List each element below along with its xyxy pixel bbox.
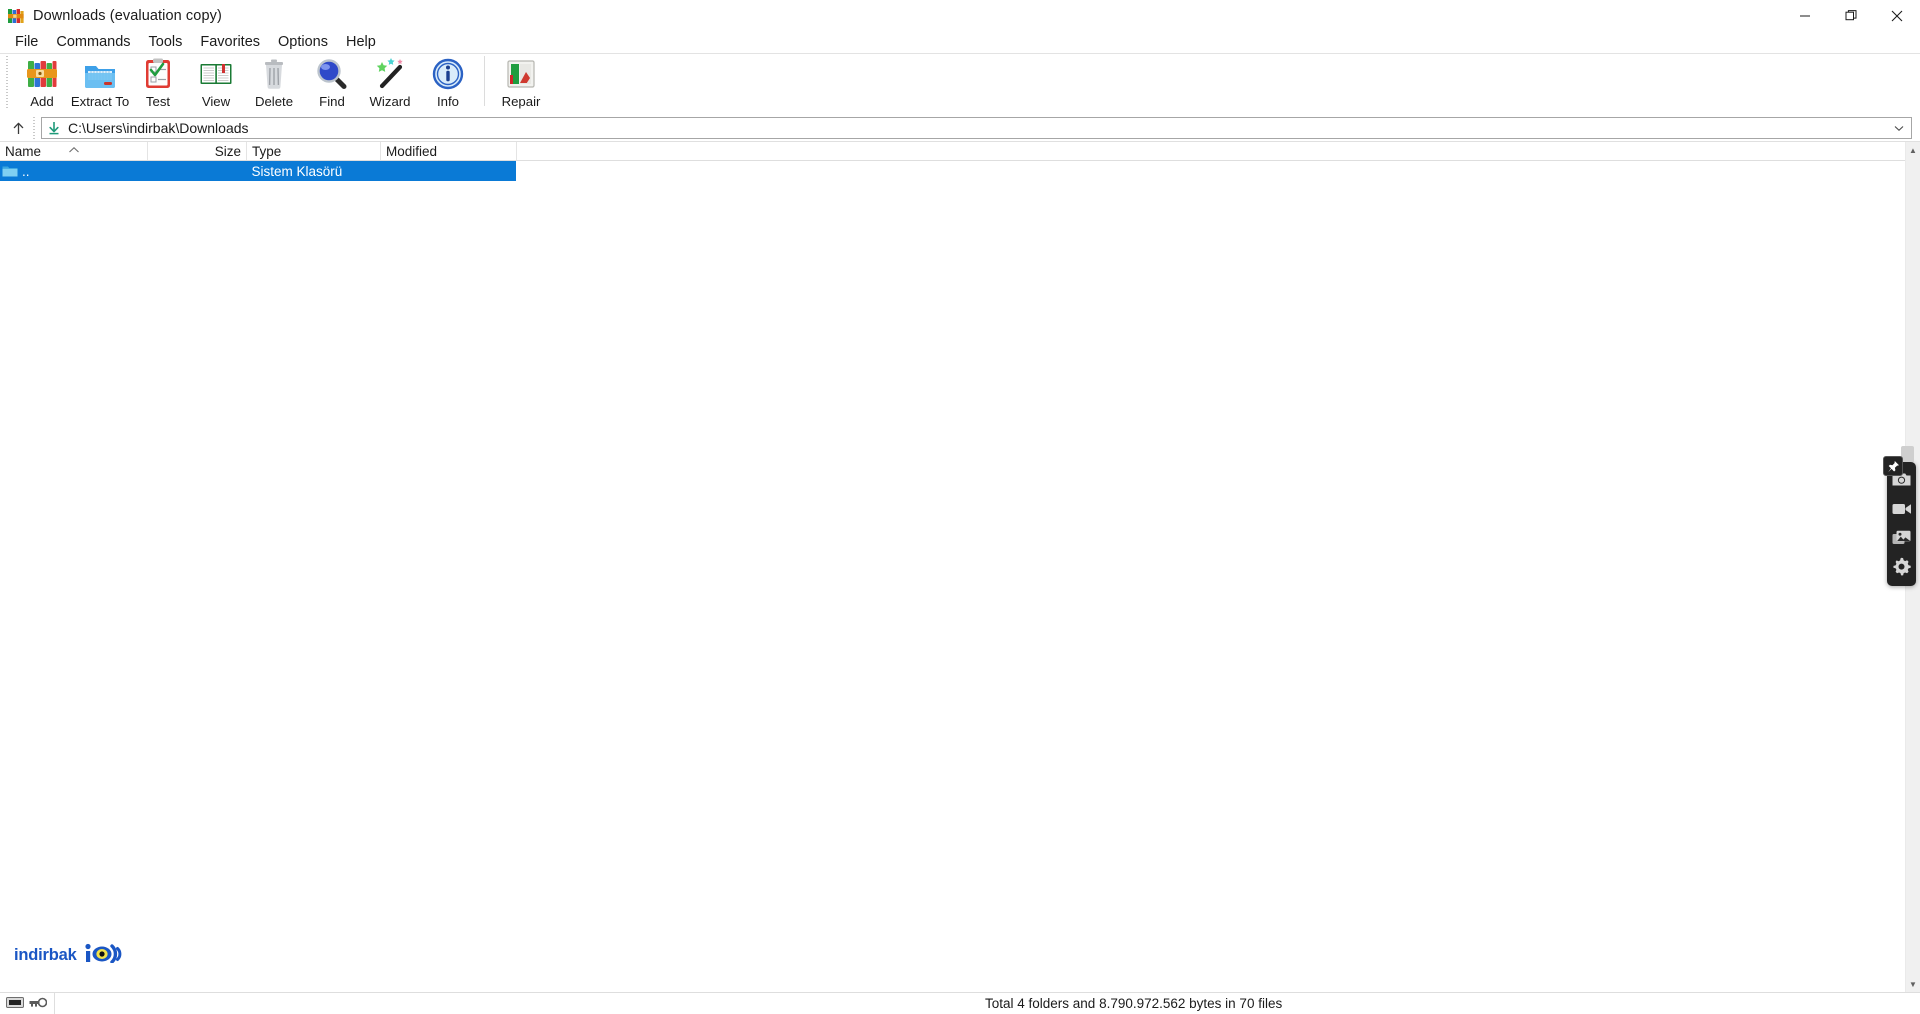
menu-commands[interactable]: Commands <box>47 32 139 53</box>
column-header-type[interactable]: Type <box>247 142 381 160</box>
toolbar-label-delete: Delete <box>254 94 294 109</box>
toolbar-button-extract-to[interactable]: Extract To <box>71 54 129 110</box>
row-modified-cell <box>380 181 516 185</box>
row-type-cell: Sistem Klasörü <box>251 163 343 179</box>
video-camera-icon <box>1892 503 1911 514</box>
column-header-modified[interactable]: Modified <box>381 142 517 160</box>
toolbar-label-extract-to: Extract To <box>70 94 130 109</box>
gear-icon <box>1893 557 1911 576</box>
toolbar-grip[interactable] <box>4 56 10 110</box>
magnifier-icon <box>315 57 349 91</box>
trash-bin-icon <box>257 57 291 91</box>
address-bar: C:\Users\indirbak\Downloads <box>0 115 1920 141</box>
status-bar: Total 4 folders and 8.790.972.562 bytes … <box>0 992 1920 1014</box>
menu-favorites[interactable]: Favorites <box>191 32 269 53</box>
key-icon[interactable] <box>29 995 48 1013</box>
scroll-up-arrow-icon[interactable]: ▲ <box>1906 142 1920 158</box>
file-list-panel: Name Size Type Modified .. Sistem Klasör… <box>0 141 1920 992</box>
archive-state-icon[interactable] <box>6 995 24 1013</box>
up-one-level-button[interactable] <box>4 117 32 139</box>
close-button[interactable] <box>1874 0 1920 31</box>
menu-file[interactable]: File <box>6 32 47 53</box>
toolbar-button-add[interactable]: Add <box>13 54 71 110</box>
info-circle-icon <box>431 57 465 91</box>
parent-folder-icon <box>2 164 18 178</box>
column-header-name-label: Name <box>5 143 42 159</box>
address-path-combobox[interactable]: C:\Users\indirbak\Downloads <box>41 117 1912 139</box>
column-header-size-label: Size <box>214 143 241 159</box>
record-video-button[interactable] <box>1889 494 1915 523</box>
winrar-window: Downloads (evaluation copy) File Command <box>0 0 1920 1014</box>
toolbar-button-info[interactable]: Info <box>419 54 477 110</box>
winrar-books-icon <box>7 7 25 25</box>
window-controls <box>1782 0 1920 31</box>
minimize-button[interactable] <box>1782 0 1828 31</box>
main-toolbar: Add Extract To Test View Delete Find Wiz… <box>0 53 1920 115</box>
table-row[interactable] <box>0 181 516 185</box>
maximize-button[interactable] <box>1828 0 1874 31</box>
row-name-text: .. <box>22 163 30 179</box>
toolbar-button-test[interactable]: Test <box>129 54 187 110</box>
menu-help[interactable]: Help <box>337 32 385 53</box>
column-header-modified-label: Modified <box>386 143 438 159</box>
scroll-down-arrow-icon[interactable]: ▼ <box>1906 976 1920 992</box>
folder-icon <box>2 184 18 185</box>
toolbar-button-view[interactable]: View <box>187 54 245 110</box>
toolbar-label-find: Find <box>319 94 345 109</box>
row-modified-cell <box>380 161 516 181</box>
toolbar-label-wizard: Wizard <box>369 94 411 109</box>
window-title: Downloads (evaluation copy) <box>33 7 222 24</box>
toolbar-button-find[interactable]: Find <box>303 54 361 110</box>
menu-bar: File Commands Tools Favorites Options He… <box>0 31 1920 53</box>
table-row[interactable]: .. Sistem Klasörü <box>0 161 516 181</box>
pin-icon <box>1887 460 1899 472</box>
column-header-type-label: Type <box>252 143 282 159</box>
row-type-cell <box>247 181 381 185</box>
row-name-cell <box>0 181 148 185</box>
title-bar: Downloads (evaluation copy) <box>0 0 1920 31</box>
column-header-size[interactable]: Size <box>148 142 247 160</box>
clipboard-check-icon <box>141 57 175 91</box>
toolbar-label-test: Test <box>145 94 171 109</box>
screen-recorder-widget <box>1883 446 1916 586</box>
gallery-button[interactable] <box>1889 523 1915 552</box>
repair-hammer-icon <box>504 57 538 91</box>
address-path-text: C:\Users\indirbak\Downloads <box>68 120 249 136</box>
address-bar-grip[interactable] <box>32 117 37 139</box>
file-list-column-headers: Name Size Type Modified <box>0 142 1905 161</box>
download-arrow-icon <box>46 120 62 136</box>
chevron-down-icon[interactable] <box>1891 118 1907 138</box>
indirbak-watermark: indirbak <box>14 943 125 968</box>
row-size-cell <box>148 181 247 185</box>
image-stack-icon <box>1892 530 1911 544</box>
status-bar-text: Total 4 folders and 8.790.972.562 bytes … <box>985 996 1283 1011</box>
table-row-clipped[interactable] <box>0 181 516 185</box>
settings-button[interactable] <box>1889 552 1915 581</box>
toolbar-label-add: Add <box>30 94 54 109</box>
file-list-rows: .. Sistem Klasörü <box>0 161 1905 185</box>
row-name-cell: .. <box>0 161 148 181</box>
watermark-text: indirbak <box>14 946 77 964</box>
magic-wand-icon <box>373 57 407 91</box>
pin-widget-button[interactable] <box>1883 456 1903 476</box>
toolbar-label-repair: Repair <box>501 94 541 109</box>
toolbar-button-repair[interactable]: Repair <box>492 54 550 110</box>
file-list-column-area: Name Size Type Modified .. Sistem Klasör… <box>0 142 1905 992</box>
indirbak-eye-logo <box>83 943 125 968</box>
menu-options[interactable]: Options <box>269 32 337 53</box>
column-header-name[interactable]: Name <box>0 142 148 160</box>
toolbar-button-wizard[interactable]: Wizard <box>361 54 419 110</box>
toolbar-label-view: View <box>201 94 231 109</box>
extract-folder-icon <box>83 57 117 91</box>
status-bar-icons <box>0 992 55 1014</box>
open-book-icon <box>199 57 233 91</box>
toolbar-separator <box>484 56 485 106</box>
menu-tools[interactable]: Tools <box>140 32 192 53</box>
sort-ascending-icon <box>68 142 80 157</box>
row-size-cell <box>148 161 247 181</box>
add-archive-icon <box>25 57 59 91</box>
toolbar-label-info: Info <box>437 94 459 109</box>
toolbar-button-delete[interactable]: Delete <box>245 54 303 110</box>
arrow-up-icon <box>13 122 23 134</box>
